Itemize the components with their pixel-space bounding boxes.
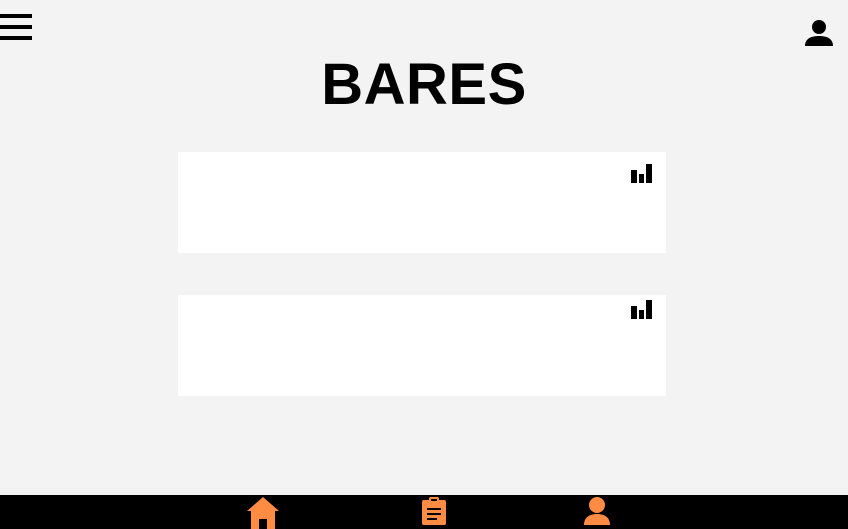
nav-reports-button[interactable] — [420, 495, 448, 529]
person-icon — [584, 497, 610, 525]
clipboard-list-icon — [422, 497, 446, 525]
bar-chart-icon — [631, 300, 652, 319]
stats-button[interactable] — [630, 163, 654, 185]
bar-card[interactable] — [178, 152, 666, 253]
page-title: BARES — [321, 52, 527, 117]
person-icon — [805, 20, 833, 46]
home-icon — [247, 497, 279, 529]
nav-profile-button[interactable] — [582, 495, 612, 529]
profile-button[interactable] — [804, 19, 834, 49]
nav-home-button[interactable] — [245, 495, 281, 529]
bottom-navigation — [0, 495, 848, 529]
menu-button[interactable] — [0, 12, 34, 42]
stats-button[interactable] — [630, 299, 654, 321]
hamburger-menu-icon — [0, 14, 32, 40]
bar-chart-icon — [631, 164, 652, 183]
bar-card[interactable] — [178, 295, 666, 396]
